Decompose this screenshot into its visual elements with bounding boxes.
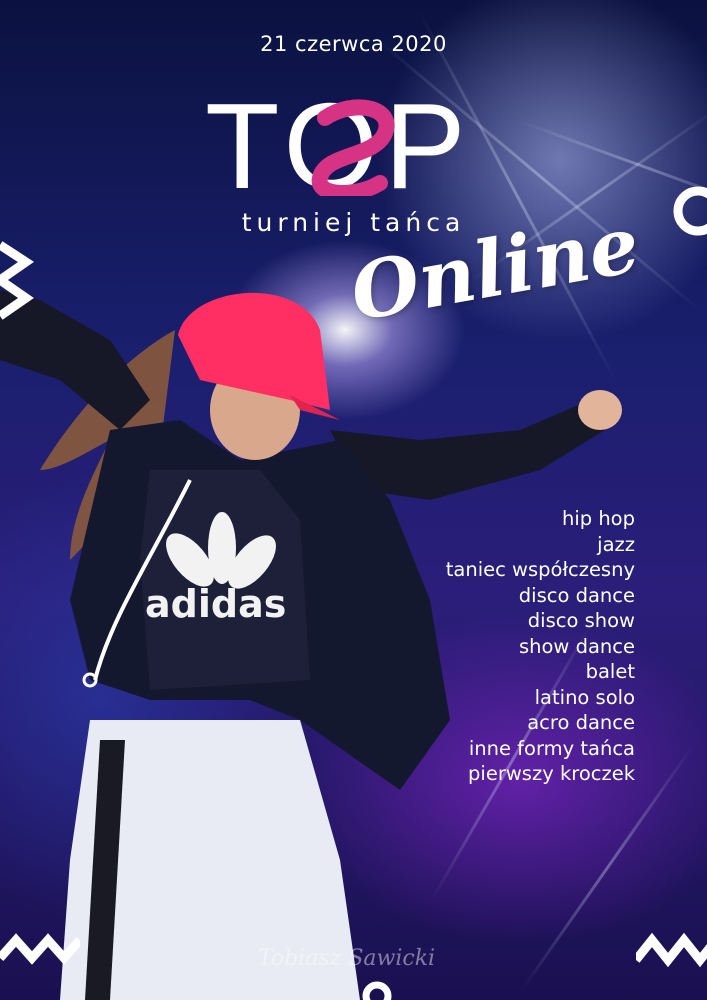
zigzag-left-icon <box>0 241 34 320</box>
list-item: disco dance <box>518 583 635 607</box>
ring-bottom-icon <box>362 981 392 1000</box>
photo-credit: Tobiasz Sawicki <box>258 946 436 971</box>
dance-styles-list: hip hop jazz taniec współczesny disco da… <box>446 506 635 787</box>
list-item: inne formy tańca <box>468 736 635 760</box>
list-item: hip hop <box>561 507 635 530</box>
ring-right-icon <box>673 186 707 236</box>
list-item: disco show <box>527 609 635 632</box>
list-item: taniec współczesny <box>445 558 635 581</box>
poster: adidas 21 czerwca 2020 TOP turniej tańca… <box>0 0 707 1000</box>
list-item: acro dance <box>527 711 635 734</box>
list-item: latino solo <box>534 685 635 709</box>
top-logo: TOP <box>205 88 466 196</box>
list-item: balet <box>585 660 635 683</box>
zigzag-bottom-right-icon <box>636 932 707 968</box>
list-item: show dance <box>518 634 635 658</box>
list-item: pierwszy kroczek <box>468 762 635 785</box>
event-date: 21 czerwca 2020 <box>260 32 447 56</box>
zigzag-bottom-left-icon <box>0 933 80 965</box>
shirt-brand: adidas <box>145 582 286 626</box>
list-item: jazz <box>597 532 635 556</box>
